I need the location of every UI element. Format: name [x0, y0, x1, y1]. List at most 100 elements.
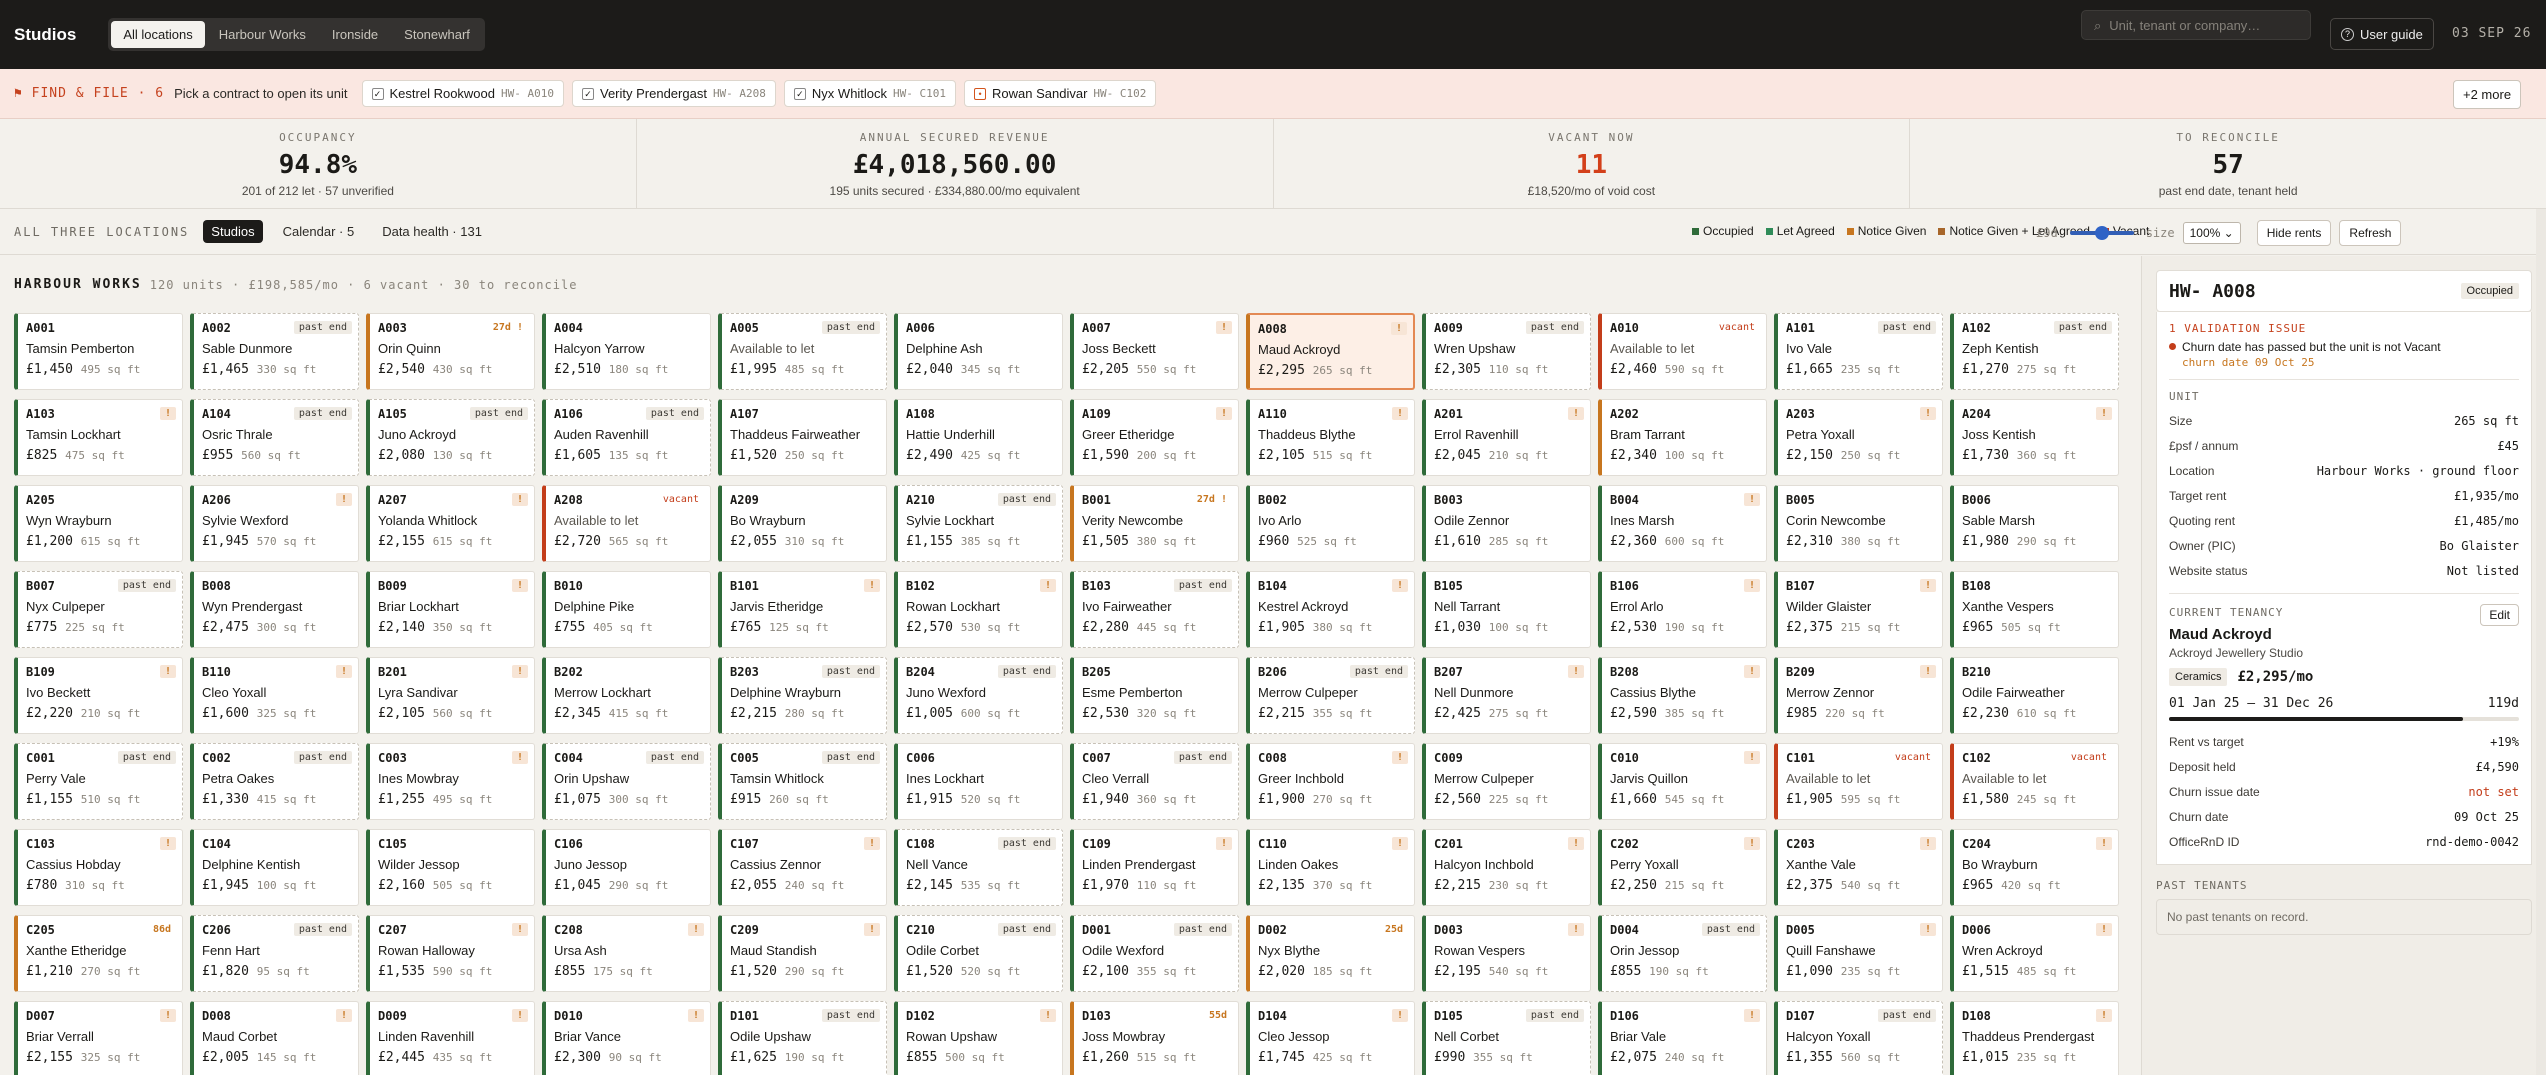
unit-card[interactable]: B101! Jarvis Etheridge £765 125 sq ft: [718, 571, 887, 648]
unit-card[interactable]: D003! Rowan Vespers £2,195 540 sq ft: [1422, 915, 1591, 992]
unit-card[interactable]: B005 Corin Newcombe £2,310 380 sq ft: [1774, 485, 1943, 562]
unit-card[interactable]: A107 Thaddeus Fairweather £1,520 250 sq ft: [718, 399, 887, 476]
unit-card[interactable]: D101 past end Odile Upshaw £1,625 190 sq ft: [718, 1001, 887, 1075]
unit-card[interactable]: A103! Tamsin Lockhart £825 475 sq ft: [14, 399, 183, 476]
unit-card[interactable]: A201! Errol Ravenhill £2,045 210 sq ft: [1422, 399, 1591, 476]
unit-card[interactable]: C204! Bo Wrayburn £965 420 sq ft: [1950, 829, 2119, 906]
unit-card[interactable]: B208! Cassius Blythe £2,590 385 sq ft: [1598, 657, 1767, 734]
unit-card[interactable]: A101 past end Ivo Vale £1,665 235 sq ft: [1774, 313, 1943, 390]
unit-card[interactable]: C203! Xanthe Vale £2,375 540 sq ft: [1774, 829, 1943, 906]
unit-card[interactable]: A102 past end Zeph Kentish £1,270 275 sq ft: [1950, 313, 2119, 390]
unit-card[interactable]: D108! Thaddeus Prendergast £1,015 235 sq f…: [1950, 1001, 2119, 1075]
more-contracts-button[interactable]: +2 more: [2453, 80, 2522, 109]
unit-card[interactable]: D006! Wren Ackroyd £1,515 485 sq ft: [1950, 915, 2119, 992]
unit-card[interactable]: B108 Xanthe Vespers £965 505 sq ft: [1950, 571, 2119, 648]
unit-card[interactable]: C006 Ines Lockhart £1,915 520 sq ft: [894, 743, 1063, 820]
unit-card[interactable]: B007 past end Nyx Culpeper £775 225 sq ft: [14, 571, 183, 648]
unit-card[interactable]: B210 Odile Fairweather £2,230 610 sq ft: [1950, 657, 2119, 734]
unit-card[interactable]: A004 Halcyon Yarrow £2,510 180 sq ft: [542, 313, 711, 390]
location-tab[interactable]: All locations: [111, 21, 205, 48]
unit-card[interactable]: C209! Maud Standish £1,520 290 sq ft: [718, 915, 887, 992]
unit-card[interactable]: A008! Maud Ackroyd £2,295 265 sq ft: [1246, 313, 1415, 390]
location-tab[interactable]: Harbour Works: [207, 21, 318, 48]
unit-card[interactable]: B205 Esme Pemberton £2,530 320 sq ft: [1070, 657, 1239, 734]
unit-card[interactable]: A206! Sylvie Wexford £1,945 570 sq ft: [190, 485, 359, 562]
unit-card[interactable]: D103 55d Joss Mowbray £1,260 515 sq ft: [1070, 1001, 1239, 1075]
checkbox-checked-icon[interactable]: ✓: [371, 87, 384, 100]
contract-chip[interactable]: ✓ Verity Prendergast HW- A208: [571, 80, 776, 107]
location-tab[interactable]: Ironside: [320, 21, 390, 48]
unit-card[interactable]: D106! Briar Vale £2,075 240 sq ft: [1598, 1001, 1767, 1075]
unit-card[interactable]: C208! Ursa Ash £855 175 sq ft: [542, 915, 711, 992]
unit-card[interactable]: C001 past end Perry Vale £1,155 510 sq ft: [14, 743, 183, 820]
unit-card[interactable]: B204 past end Juno Wexford £1,005 600 sq ft: [894, 657, 1063, 734]
unit-card[interactable]: D105 past end Nell Corbet £990 355 sq ft: [1422, 1001, 1591, 1075]
unit-card[interactable]: A210 past end Sylvie Lockhart £1,155 385 sq…: [894, 485, 1063, 562]
unit-card[interactable]: A001 Tamsin Pemberton £1,450 495 sq ft: [14, 313, 183, 390]
checkbox-alert-icon[interactable]: •: [974, 87, 987, 100]
unit-card[interactable]: A203! Petra Yoxall £2,150 250 sq ft: [1774, 399, 1943, 476]
unit-card[interactable]: A109! Greer Etheridge £1,590 200 sq ft: [1070, 399, 1239, 476]
checkbox-checked-icon[interactable]: ✓: [793, 87, 806, 100]
unit-card[interactable]: C102 vacant Available to let £1,580 245 sq …: [1950, 743, 2119, 820]
unit-card[interactable]: D001 past end Odile Wexford £2,100 355 sq f…: [1070, 915, 1239, 992]
unit-card[interactable]: A205 Wyn Wrayburn £1,200 615 sq ft: [14, 485, 183, 562]
view-tab-calendar[interactable]: Calendar · 5: [275, 220, 363, 243]
unit-card[interactable]: B201! Lyra Sandivar £2,105 560 sq ft: [366, 657, 535, 734]
zoom-select[interactable]: 100% ⌄: [2182, 222, 2241, 244]
unit-card[interactable]: A204! Joss Kentish £1,730 360 sq ft: [1950, 399, 2119, 476]
unit-card[interactable]: C004 past end Orin Upshaw £1,075 300 sq ft: [542, 743, 711, 820]
unit-card[interactable]: A005 past end Available to let £1,995 485 s…: [718, 313, 887, 390]
unit-card[interactable]: B010 Delphine Pike £755 405 sq ft: [542, 571, 711, 648]
size-slider[interactable]: [2069, 226, 2134, 240]
unit-card[interactable]: D002 25d Nyx Blythe £2,020 185 sq ft: [1246, 915, 1415, 992]
unit-card[interactable]: D007! Briar Verrall £2,155 325 sq ft: [14, 1001, 183, 1075]
unit-card[interactable]: B207! Nell Dunmore £2,425 275 sq ft: [1422, 657, 1591, 734]
unit-card[interactable]: B002 Ivo Arlo £960 525 sq ft: [1246, 485, 1415, 562]
unit-card[interactable]: A007! Joss Beckett £2,205 550 sq ft: [1070, 313, 1239, 390]
unit-card[interactable]: D004 past end Orin Jessop £855 190 sq ft: [1598, 915, 1767, 992]
unit-card[interactable]: A105 past end Juno Ackroyd £2,080 130 sq ft: [366, 399, 535, 476]
psqft-toggle[interactable]: £9d: [2036, 226, 2058, 240]
unit-card[interactable]: C009 Merrow Culpeper £2,560 225 sq ft: [1422, 743, 1591, 820]
unit-card[interactable]: C008! Greer Inchbold £1,900 270 sq ft: [1246, 743, 1415, 820]
contract-chip[interactable]: ✓ Kestrel Rookwood HW- A010: [361, 80, 564, 107]
unit-card[interactable]: A202 Bram Tarrant £2,340 100 sq ft: [1598, 399, 1767, 476]
unit-card[interactable]: A006 Delphine Ash £2,040 345 sq ft: [894, 313, 1063, 390]
unit-card[interactable]: A003 27d ! Orin Quinn £2,540 430 sq ft: [366, 313, 535, 390]
unit-card[interactable]: D005! Quill Fanshawe £1,090 235 sq ft: [1774, 915, 1943, 992]
unit-card[interactable]: B206 past end Merrow Culpeper £2,215 355 sq…: [1246, 657, 1415, 734]
unit-card[interactable]: B003 Odile Zennor £1,610 285 sq ft: [1422, 485, 1591, 562]
unit-card[interactable]: C105 Wilder Jessop £2,160 505 sq ft: [366, 829, 535, 906]
unit-card[interactable]: A207! Yolanda Whitlock £2,155 615 sq ft: [366, 485, 535, 562]
refresh-button[interactable]: Refresh: [2339, 220, 2402, 246]
unit-card[interactable]: D008! Maud Corbet £2,005 145 sq ft: [190, 1001, 359, 1075]
edit-tenancy-button[interactable]: Edit: [2480, 604, 2519, 626]
unit-card[interactable]: C106 Juno Jessop £1,045 290 sq ft: [542, 829, 711, 906]
unit-card[interactable]: D107 past end Halcyon Yoxall £1,355 560 sq …: [1774, 1001, 1943, 1075]
unit-card[interactable]: C007 past end Cleo Verrall £1,940 360 sq ft: [1070, 743, 1239, 820]
unit-card[interactable]: C010! Jarvis Quillon £1,660 545 sq ft: [1598, 743, 1767, 820]
unit-card[interactable]: D010! Briar Vance £2,300 90 sq ft: [542, 1001, 711, 1075]
unit-card[interactable]: B103 past end Ivo Fairweather £2,280 445 sq…: [1070, 571, 1239, 648]
unit-card[interactable]: A110! Thaddeus Blythe £2,105 515 sq ft: [1246, 399, 1415, 476]
unit-card[interactable]: A108 Hattie Underhill £2,490 425 sq ft: [894, 399, 1063, 476]
unit-card[interactable]: B203 past end Delphine Wrayburn £2,215 280 …: [718, 657, 887, 734]
unit-card[interactable]: B209! Merrow Zennor £985 220 sq ft: [1774, 657, 1943, 734]
unit-card[interactable]: B109! Ivo Beckett £2,220 210 sq ft: [14, 657, 183, 734]
unit-card[interactable]: C104 Delphine Kentish £1,945 100 sq ft: [190, 829, 359, 906]
unit-card[interactable]: C110! Linden Oakes £2,135 370 sq ft: [1246, 829, 1415, 906]
unit-card[interactable]: A106 past end Auden Ravenhill £1,605 135 sq…: [542, 399, 711, 476]
unit-card[interactable]: C210 past end Odile Corbet £1,520 520 sq ft: [894, 915, 1063, 992]
unit-card[interactable]: B008 Wyn Prendergast £2,475 300 sq ft: [190, 571, 359, 648]
unit-card[interactable]: B004! Ines Marsh £2,360 600 sq ft: [1598, 485, 1767, 562]
unit-card[interactable]: C109! Linden Prendergast £1,970 110 sq ft: [1070, 829, 1239, 906]
unit-card[interactable]: B006 Sable Marsh £1,980 290 sq ft: [1950, 485, 2119, 562]
unit-card[interactable]: A208 vacant Available to let £2,720 565 sq …: [542, 485, 711, 562]
contract-chip[interactable]: ✓ Nyx Whitlock HW- C101: [783, 80, 957, 107]
unit-card[interactable]: A009 past end Wren Upshaw £2,305 110 sq ft: [1422, 313, 1591, 390]
unit-card[interactable]: C101 vacant Available to let £1,905 595 sq …: [1774, 743, 1943, 820]
unit-card[interactable]: B105 Nell Tarrant £1,030 100 sq ft: [1422, 571, 1591, 648]
unit-card[interactable]: B202 Merrow Lockhart £2,345 415 sq ft: [542, 657, 711, 734]
unit-card[interactable]: B110! Cleo Yoxall £1,600 325 sq ft: [190, 657, 359, 734]
